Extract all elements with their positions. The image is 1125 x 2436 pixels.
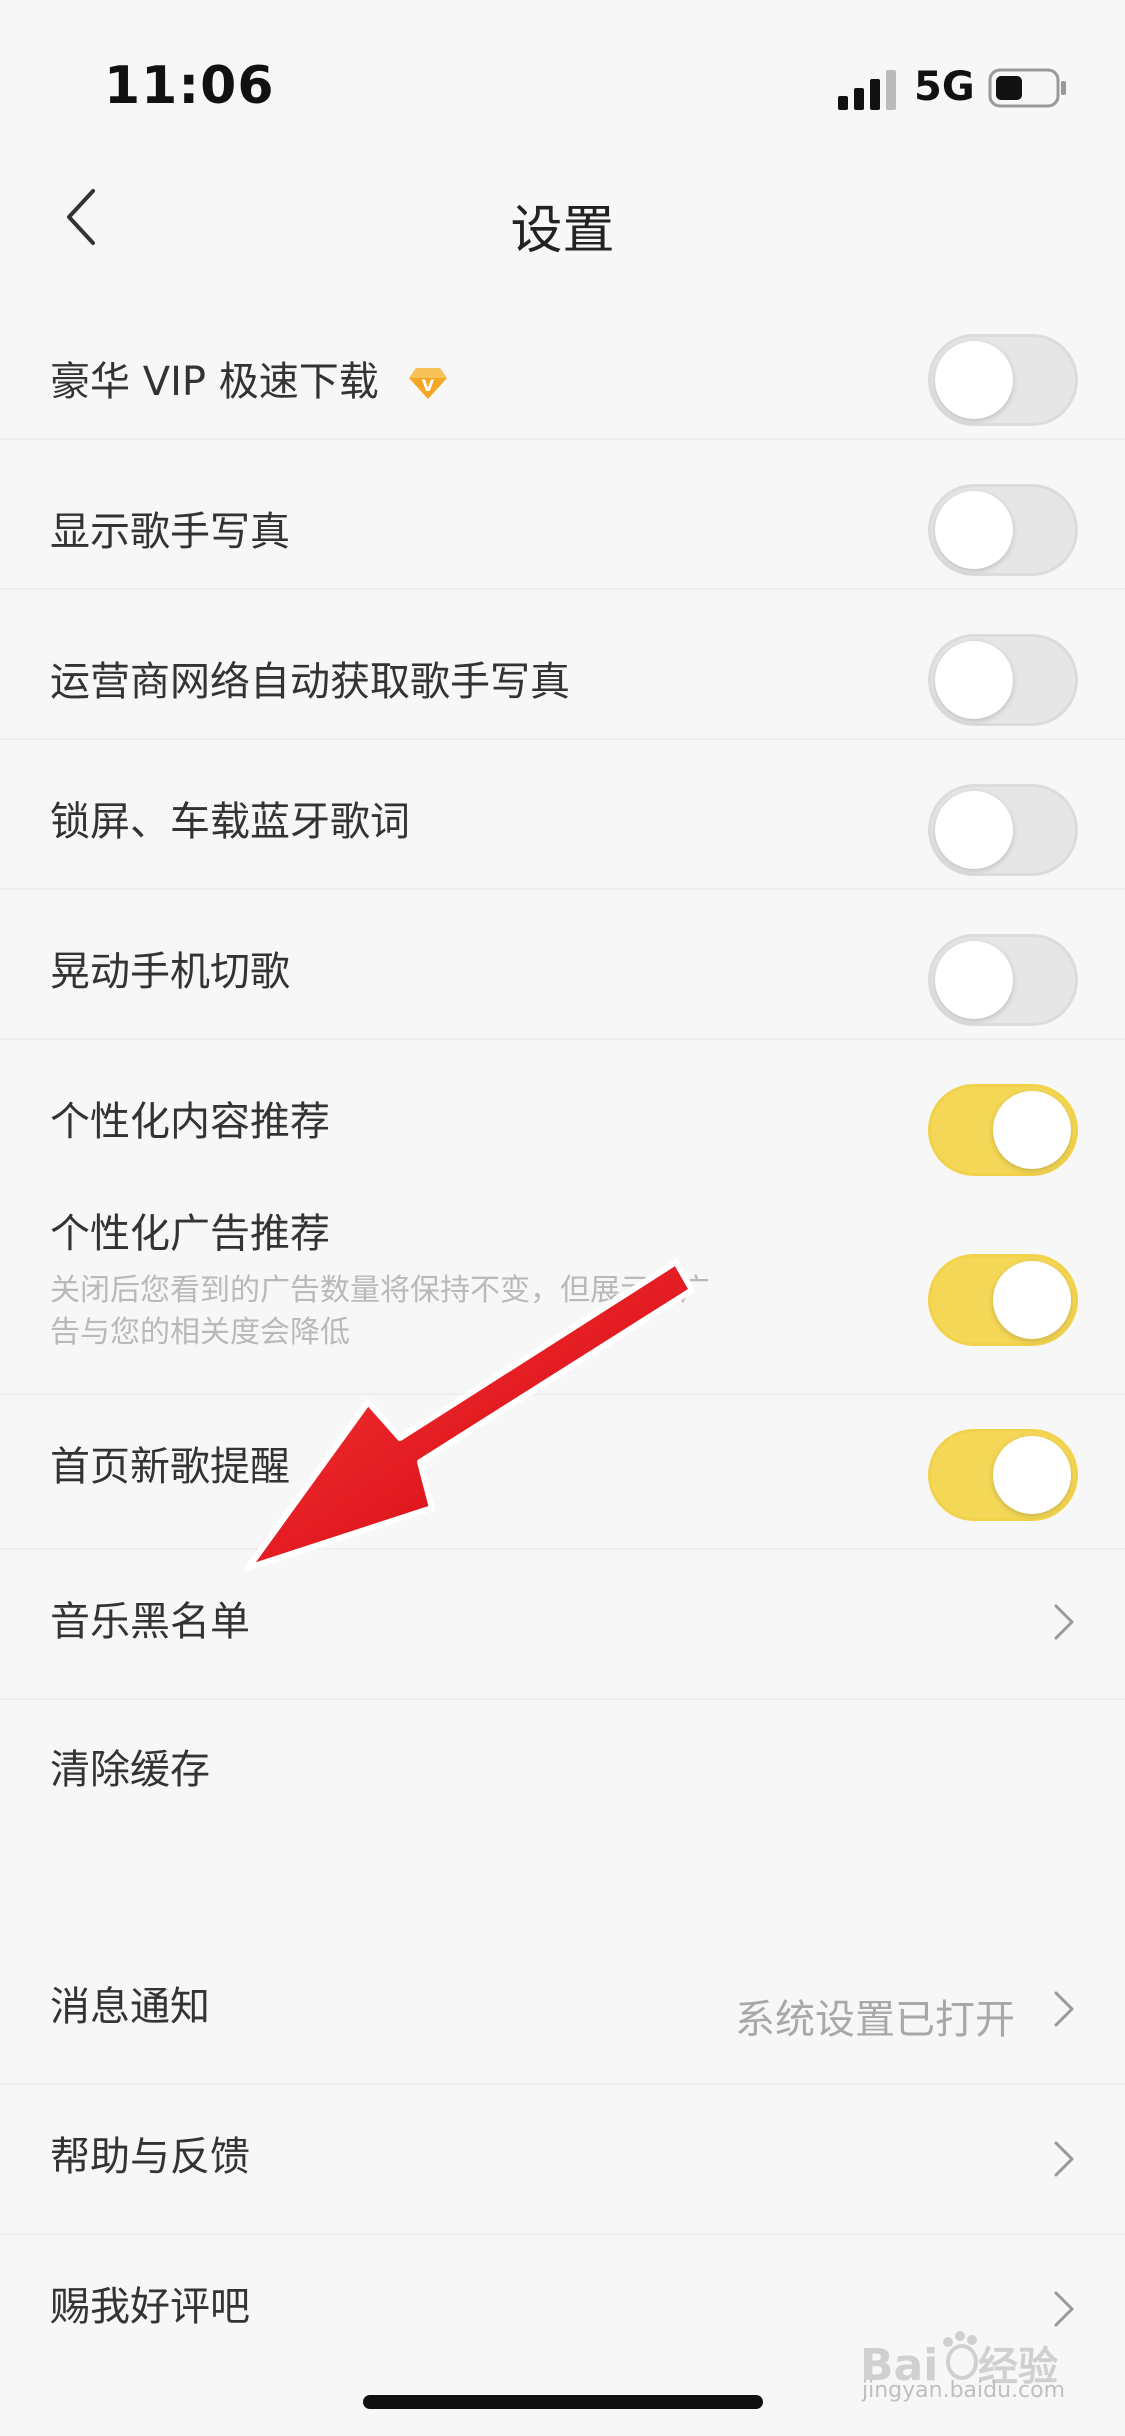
battery-icon (988, 68, 1066, 108)
vip-diamond-icon: V (409, 368, 447, 399)
toggle-knob (935, 341, 1013, 419)
status-time: 11:06 (104, 56, 275, 116)
chevron-right-icon (1054, 1991, 1074, 2027)
toggle-carrier-singer-photo[interactable] (928, 634, 1078, 726)
setting-label: 首页新歌提醒 (50, 1444, 290, 1490)
setting-carrier-singer-photo: 运营商网络自动获取歌手写真 (0, 590, 1125, 740)
status-bar: 11:06 5G (0, 0, 1125, 150)
toggle-personalized-ads[interactable] (928, 1254, 1078, 1346)
setting-vip-download: 豪华 VIP 极速下载 V (0, 290, 1125, 440)
toggle-knob (993, 1436, 1071, 1514)
setting-description: 关闭后您看到的广告数量将保持不变，但展示的广告与您的相关度会降低 (50, 1273, 710, 1350)
toggle-knob (993, 1091, 1071, 1169)
toggle-personalized-content[interactable] (928, 1084, 1078, 1176)
nav-bar: 设置 (0, 150, 1125, 280)
setting-help-feedback[interactable]: 帮助与反馈 (0, 2085, 1125, 2235)
setting-lockscreen-lyrics: 锁屏、车载蓝牙歌词 (0, 740, 1125, 890)
notification-status: 系统设置已打开 (735, 1997, 1015, 2043)
setting-label: 晃动手机切歌 (50, 949, 290, 995)
setting-shake-switch: 晃动手机切歌 (0, 890, 1125, 1040)
watermark-url: jingyan.baidu.com (862, 2378, 1066, 2403)
chevron-right-icon (1054, 1604, 1074, 1640)
setting-personalized-content: 个性化内容推荐 (0, 1040, 1125, 1190)
setting-label: 音乐黑名单 (50, 1599, 250, 1645)
setting-new-song-reminder: 首页新歌提醒 (0, 1395, 1125, 1550)
toggle-new-song-reminder[interactable] (928, 1429, 1078, 1521)
setting-label: 消息通知 (50, 1984, 210, 2030)
setting-label: 锁屏、车载蓝牙歌词 (50, 799, 410, 845)
setting-personalized-ads: 个性化广告推荐 关闭后您看到的广告数量将保持不变，但展示的广告与您的相关度会降低 (0, 1190, 1125, 1395)
chevron-right-icon (1054, 2141, 1074, 2177)
toggle-knob (935, 491, 1013, 569)
page-title: 设置 (510, 201, 615, 261)
setting-notifications[interactable]: 消息通知 系统设置已打开 (0, 1935, 1125, 2085)
setting-label: 个性化内容推荐 (50, 1099, 330, 1145)
setting-music-blacklist[interactable]: 音乐黑名单 (0, 1550, 1125, 1700)
toggle-vip-download[interactable] (928, 334, 1078, 426)
setting-clear-cache[interactable]: 清除缓存 (0, 1700, 1125, 1850)
signal-icon (838, 70, 896, 110)
setting-label: 个性化广告推荐 (50, 1211, 330, 1257)
setting-label: 运营商网络自动获取歌手写真 (50, 659, 570, 705)
setting-label: 帮助与反馈 (50, 2134, 250, 2180)
toggle-lockscreen-lyrics[interactable] (928, 784, 1078, 876)
setting-label: 赐我好评吧 (50, 2284, 250, 2330)
toggle-show-singer-photo[interactable] (928, 484, 1078, 576)
setting-show-singer-photo: 显示歌手写真 (0, 440, 1125, 590)
toggle-knob (993, 1261, 1071, 1339)
toggle-knob (935, 641, 1013, 719)
toggle-shake-switch[interactable] (928, 934, 1078, 1026)
setting-label: 清除缓存 (50, 1747, 210, 1793)
setting-label: 显示歌手写真 (50, 509, 290, 555)
network-type: 5G (914, 64, 975, 110)
setting-label: 豪华 VIP 极速下载 (50, 359, 379, 405)
toggle-knob (935, 791, 1013, 869)
toggle-knob (935, 941, 1013, 1019)
svg-text:V: V (422, 376, 435, 395)
home-indicator (363, 2395, 763, 2409)
